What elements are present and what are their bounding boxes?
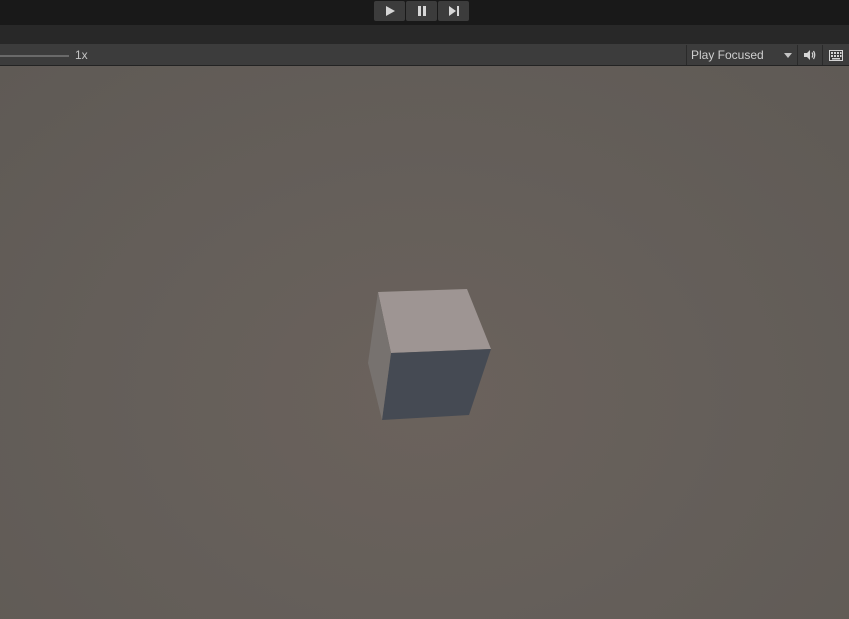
- cube-object: [368, 289, 491, 420]
- game-viewport[interactable]: [0, 66, 849, 619]
- scale-label: 1x: [75, 48, 88, 62]
- play-button[interactable]: [374, 1, 405, 21]
- step-button[interactable]: [438, 1, 469, 21]
- play-mode-dropdown[interactable]: Play Focused: [686, 45, 796, 65]
- chevron-down-icon: [784, 53, 792, 58]
- step-icon: [448, 6, 459, 16]
- play-mode-value: Play Focused: [691, 48, 764, 62]
- scale-slider[interactable]: [0, 55, 69, 57]
- play-controls: [374, 1, 469, 21]
- game-view-toolbar: 1x Play Focused: [0, 44, 849, 66]
- cube-front-face: [382, 349, 491, 420]
- audio-mute-toggle[interactable]: [797, 45, 821, 65]
- play-icon: [385, 6, 395, 16]
- pause-icon: [417, 6, 426, 16]
- keyboard-shortcuts-toggle[interactable]: [822, 45, 849, 65]
- tab-strip: [0, 25, 849, 44]
- keyboard-icon: [829, 49, 843, 61]
- main-toolbar: [0, 0, 849, 25]
- audio-icon: [804, 50, 816, 60]
- pause-button[interactable]: [406, 1, 437, 21]
- cube-top-face: [378, 289, 491, 353]
